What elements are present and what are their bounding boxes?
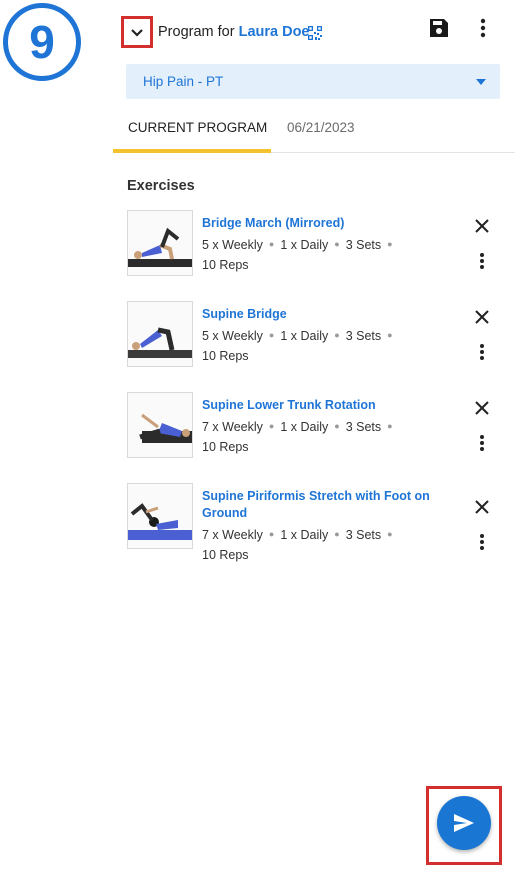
program-header: Program for Laura Doe — [113, 0, 515, 64]
caret-down-icon — [476, 79, 486, 85]
exercise-thumbnail[interactable] — [127, 483, 193, 549]
exercise-sets: 3 Sets — [345, 238, 382, 252]
exercise-reps: 10 Reps — [202, 548, 249, 562]
exercise-thumbnail[interactable] — [127, 210, 193, 276]
exercise-daily: 1 x Daily — [280, 420, 329, 434]
program-title: Program for Laura Doe — [158, 24, 310, 40]
exercise-weekly: 5 x Weekly — [202, 238, 263, 252]
exercise-daily: 1 x Daily — [280, 238, 329, 252]
exercise-weekly: 7 x Weekly — [202, 420, 263, 434]
program-select[interactable]: Hip Pain - PT — [126, 64, 500, 99]
exercises-heading: Exercises — [127, 178, 195, 194]
exercise-thumbnail[interactable] — [127, 392, 193, 458]
exercise-reps: 10 Reps — [202, 349, 249, 363]
program-select-value: Hip Pain - PT — [143, 74, 224, 89]
collapse-button[interactable] — [121, 16, 153, 48]
exercise-dosage: 5 x Weekly ● 1 x Daily ● 3 Sets ● — [202, 238, 393, 252]
more-options-icon[interactable] — [477, 17, 489, 39]
send-program-button[interactable] — [437, 796, 491, 850]
exercise-weekly: 5 x Weekly — [202, 329, 263, 343]
send-icon — [454, 814, 474, 832]
save-icon[interactable] — [429, 18, 449, 38]
exercise-more-icon[interactable] — [479, 434, 485, 452]
exercise-sets: 3 Sets — [345, 528, 382, 542]
exercise-illustration-image — [128, 227, 192, 267]
exercise-dosage: 7 x Weekly ● 1 x Daily ● 3 Sets ● — [202, 420, 393, 434]
program-tabs: CURRENT PROGRAM 06/21/2023 — [113, 106, 515, 153]
exercise-illustration-image — [139, 413, 192, 443]
active-tab-indicator — [113, 149, 271, 153]
exercise-dosage: 7 x Weekly ● 1 x Daily ● 3 Sets ● — [202, 528, 393, 542]
exercise-sets: 3 Sets — [345, 420, 382, 434]
exercise-title-link[interactable]: Supine Lower Trunk Rotation — [202, 397, 432, 414]
remove-exercise-icon[interactable] — [475, 310, 489, 324]
qr-code-icon[interactable] — [308, 26, 322, 40]
step-number-badge: 9 — [3, 3, 81, 81]
exercise-item: Supine Bridge 5 x Weekly ● 1 x Daily ● 3 Set… — [127, 301, 515, 371]
remove-exercise-icon[interactable] — [475, 401, 489, 415]
exercise-item: Supine Piriformis Stretch with Foot on G… — [127, 483, 515, 562]
exercise-illustration-image — [128, 503, 192, 540]
exercise-title-link[interactable]: Supine Piriformis Stretch with Foot on G… — [202, 488, 432, 522]
exercise-reps: 10 Reps — [202, 258, 249, 272]
exercise-title-link[interactable]: Bridge March (Mirrored) — [202, 215, 432, 232]
remove-exercise-icon[interactable] — [475, 500, 489, 514]
exercise-daily: 1 x Daily — [280, 329, 329, 343]
exercise-more-icon[interactable] — [479, 533, 485, 551]
chevron-down-icon — [131, 28, 143, 37]
exercise-title-link[interactable]: Supine Bridge — [202, 306, 432, 323]
exercise-reps: 10 Reps — [202, 440, 249, 454]
exercise-item: Supine Lower Trunk Rotation 7 x Weekly ● 1… — [127, 392, 515, 462]
exercise-thumbnail[interactable] — [127, 301, 193, 367]
exercise-more-icon[interactable] — [479, 252, 485, 270]
patient-name-link[interactable]: Laura Doe — [239, 24, 310, 40]
tab-program-date[interactable]: 06/21/2023 — [287, 120, 355, 135]
exercise-daily: 1 x Daily — [280, 528, 329, 542]
remove-exercise-icon[interactable] — [475, 219, 489, 233]
exercise-weekly: 7 x Weekly — [202, 528, 263, 542]
program-title-prefix: Program for — [158, 24, 235, 40]
exercise-sets: 3 Sets — [345, 329, 382, 343]
tab-current-program[interactable]: CURRENT PROGRAM — [128, 120, 267, 135]
exercise-illustration-image — [128, 327, 192, 358]
exercise-more-icon[interactable] — [479, 343, 485, 361]
exercise-dosage: 5 x Weekly ● 1 x Daily ● 3 Sets ● — [202, 329, 393, 343]
program-panel: Program for Laura Doe Hip Pain - PT CURR… — [113, 0, 515, 874]
exercise-item: Bridge March (Mirrored) 5 x Weekly ● 1 x D… — [127, 210, 515, 280]
